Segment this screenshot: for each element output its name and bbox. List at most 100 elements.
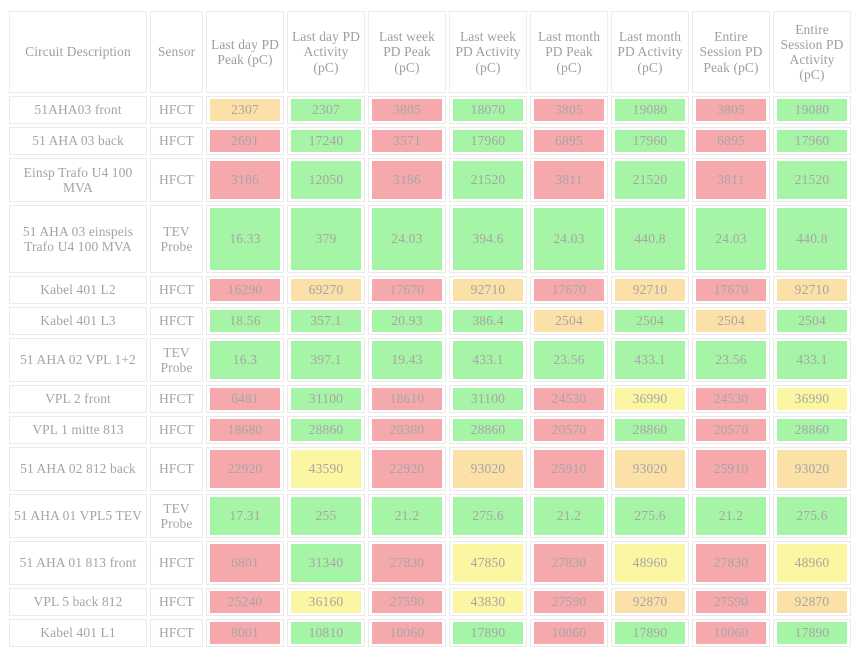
value-chip: 440.8 [777, 208, 847, 270]
sensor-cell: HFCT [150, 447, 203, 491]
value-chip: 18680 [210, 419, 280, 441]
value-cell-last_month_peak: 24.03 [530, 205, 608, 273]
column-header-session_activity[interactable]: Entire Session PD Activity (pC) [773, 11, 851, 93]
table-header: Circuit Description Sensor Last day PD Pea… [9, 11, 851, 93]
value-chip: 21520 [453, 161, 523, 199]
value-chip: 24.03 [696, 208, 766, 270]
value-cell-last_month_activity: 19080 [611, 96, 689, 124]
column-header-last_day_activity[interactable]: Last day PD Activity (pC) [287, 11, 365, 93]
value-chip: 36160 [291, 591, 361, 613]
table-row[interactable]: VPL 1 mitte 813 HFCT 18680 28860 20380 28860 2… [9, 416, 851, 444]
value-cell-last_day_activity: 397.1 [287, 338, 365, 382]
table-body: 51AHA03 front HFCT 2307 2307 3805 18070 3805 19… [9, 96, 851, 647]
value-chip: 47850 [453, 544, 523, 582]
circuit-description-cell: Kabel 401 L3 [9, 307, 147, 335]
value-cell-last_month_activity: 48960 [611, 541, 689, 585]
value-chip: 48960 [615, 544, 685, 582]
column-header-last_month_activity[interactable]: Last month PD Activity (pC) [611, 11, 689, 93]
column-header-session_peak[interactable]: Entire Session PD Peak (pC) [692, 11, 770, 93]
column-header-sensor[interactable]: Sensor [150, 11, 203, 93]
value-cell-last_week_peak: 22920 [368, 447, 446, 491]
value-cell-last_day_peak: 16.33 [206, 205, 284, 273]
value-cell-last_day_activity: 379 [287, 205, 365, 273]
value-cell-last_day_peak: 22920 [206, 447, 284, 491]
table-row[interactable]: Einsp Trafo U4 100 MVA HFCT 3186 12050 3186 2… [9, 158, 851, 202]
sensor-cell: HFCT [150, 96, 203, 124]
value-cell-last_month_peak: 25910 [530, 447, 608, 491]
value-chip: 397.1 [291, 341, 361, 379]
table-row[interactable]: 51 AHA 03 einspeis Trafo U4 100 MVA TEV P… [9, 205, 851, 273]
table-row[interactable]: 51 AHA 02 VPL 1+2 TEV Probe 16.3 397.1 19.43… [9, 338, 851, 382]
value-cell-last_week_activity: 21520 [449, 158, 527, 202]
table-row[interactable]: 51 AHA 01 VPL5 TEV TEV Probe 17.31 255 21.2 2… [9, 494, 851, 538]
value-chip: 394.6 [453, 208, 523, 270]
column-header-last_month_peak[interactable]: Last month PD Peak (pC) [530, 11, 608, 93]
value-cell-last_week_activity: 275.6 [449, 494, 527, 538]
table-row[interactable]: VPL 2 front HFCT 6481 31100 18610 31100 24530 3… [9, 385, 851, 413]
value-cell-session_activity: 17960 [773, 127, 851, 155]
value-chip: 27590 [696, 591, 766, 613]
value-chip: 6895 [696, 130, 766, 152]
value-chip: 92710 [777, 279, 847, 301]
value-cell-last_month_activity: 21520 [611, 158, 689, 202]
value-cell-last_month_peak: 10060 [530, 619, 608, 647]
table-row[interactable]: Kabel 401 L2 HFCT 16290 69270 17670 92710 1767… [9, 276, 851, 304]
table-row[interactable]: 51 AHA 01 813 front HFCT 6801 31340 27830 478… [9, 541, 851, 585]
table-row[interactable]: Kabel 401 L3 HFCT 18.56 357.1 20.93 386.4 2504… [9, 307, 851, 335]
value-cell-last_month_activity: 28860 [611, 416, 689, 444]
table-row[interactable]: VPL 5 back 812 HFCT 25240 36160 27590 43830 27… [9, 588, 851, 616]
circuit-description-cell: VPL 1 mitte 813 [9, 416, 147, 444]
value-cell-last_week_peak: 20.93 [368, 307, 446, 335]
value-chip: 16.3 [210, 341, 280, 379]
value-cell-session_peak: 24530 [692, 385, 770, 413]
sensor-cell: HFCT [150, 541, 203, 585]
value-cell-session_activity: 92710 [773, 276, 851, 304]
value-chip: 18610 [372, 388, 442, 410]
value-cell-last_month_peak: 3805 [530, 96, 608, 124]
value-chip: 3571 [372, 130, 442, 152]
value-cell-last_month_activity: 2504 [611, 307, 689, 335]
value-cell-session_peak: 23.56 [692, 338, 770, 382]
value-cell-last_week_peak: 3805 [368, 96, 446, 124]
value-chip: 27830 [696, 544, 766, 582]
value-cell-session_activity: 19080 [773, 96, 851, 124]
value-cell-session_activity: 21520 [773, 158, 851, 202]
value-cell-last_week_peak: 24.03 [368, 205, 446, 273]
value-cell-last_month_activity: 17960 [611, 127, 689, 155]
value-chip: 17240 [291, 130, 361, 152]
sensor-cell: HFCT [150, 158, 203, 202]
value-cell-last_week_activity: 31100 [449, 385, 527, 413]
value-chip: 24530 [534, 388, 604, 410]
value-chip: 3811 [696, 161, 766, 199]
value-chip: 28860 [777, 419, 847, 441]
value-chip: 17960 [453, 130, 523, 152]
value-chip: 21.2 [696, 497, 766, 535]
table-row[interactable]: 51 AHA 03 back HFCT 2691 17240 3571 17960 6895… [9, 127, 851, 155]
sensor-cell: TEV Probe [150, 338, 203, 382]
value-chip: 275.6 [453, 497, 523, 535]
value-chip: 93020 [615, 450, 685, 488]
value-chip: 2307 [210, 99, 280, 121]
value-chip: 43590 [291, 450, 361, 488]
value-cell-last_week_peak: 17670 [368, 276, 446, 304]
value-cell-last_day_activity: 17240 [287, 127, 365, 155]
column-header-last_week_activity[interactable]: Last week PD Activity (pC) [449, 11, 527, 93]
table-row[interactable]: 51AHA03 front HFCT 2307 2307 3805 18070 3805 19… [9, 96, 851, 124]
value-cell-last_week_peak: 20380 [368, 416, 446, 444]
value-cell-session_activity: 433.1 [773, 338, 851, 382]
column-header-last_week_peak[interactable]: Last week PD Peak (pC) [368, 11, 446, 93]
value-chip: 22920 [372, 450, 442, 488]
table-row[interactable]: Kabel 401 L1 HFCT 8001 10810 10060 17890 10060… [9, 619, 851, 647]
value-cell-session_activity: 92870 [773, 588, 851, 616]
column-header-description[interactable]: Circuit Description [9, 11, 147, 93]
value-chip: 22920 [210, 450, 280, 488]
value-cell-last_week_activity: 43830 [449, 588, 527, 616]
value-chip: 433.1 [615, 341, 685, 379]
value-cell-session_peak: 6895 [692, 127, 770, 155]
sensor-cell: HFCT [150, 385, 203, 413]
value-cell-last_month_activity: 275.6 [611, 494, 689, 538]
column-header-last_day_peak[interactable]: Last day PD Peak (pC) [206, 11, 284, 93]
table-row[interactable]: 51 AHA 02 812 back HFCT 22920 43590 22920 930… [9, 447, 851, 491]
value-chip: 28860 [615, 419, 685, 441]
value-chip: 27590 [534, 591, 604, 613]
